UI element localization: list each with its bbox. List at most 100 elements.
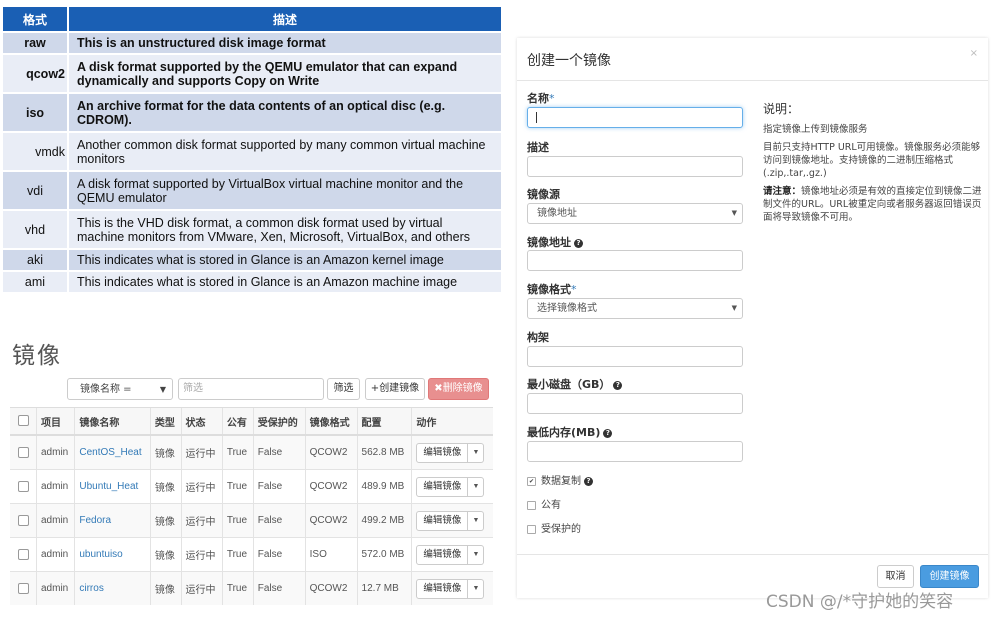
cell-size: 572.0 MB	[356, 537, 412, 572]
select-all-checkbox[interactable]	[10, 407, 37, 436]
image-name-link[interactable]: ubuntuiso	[74, 537, 151, 572]
description-input[interactable]	[527, 156, 743, 177]
row-checkbox[interactable]	[10, 537, 37, 572]
format-row-vdi: vdi A disk format supported by VirtualBo…	[3, 172, 501, 209]
format-name: raw	[3, 33, 69, 53]
chevron-down-icon[interactable]: ▼	[468, 544, 485, 565]
col-protected: 受保护的	[252, 407, 306, 436]
format-name: aki	[3, 250, 69, 270]
image-name-link[interactable]: CentOS_Heat	[74, 434, 151, 470]
desc-col-header: 描述	[69, 7, 501, 31]
cell-public: True	[221, 434, 254, 470]
create-image-label: 创建镜像	[379, 383, 420, 394]
cell-type: 镜像	[149, 571, 182, 605]
cell-format: QCOW2	[304, 503, 358, 538]
format-name: vmdk	[3, 133, 69, 170]
image-format-select[interactable]: 选择镜像格式 ▼	[527, 298, 743, 319]
cell-actions: 编辑镜像 ▼	[411, 537, 493, 572]
help-note: 请注意：镜像地址必须是有效的直接定位到镜像二进制文件的URL。URL被重定向或者…	[763, 186, 982, 223]
format-row-iso: iso An archive format for the data conte…	[3, 94, 501, 131]
image-source-label: 镜像源	[527, 188, 560, 201]
close-icon[interactable]: ×	[970, 48, 978, 59]
edit-image-button[interactable]: 编辑镜像	[416, 544, 469, 565]
chevron-down-icon[interactable]: ▼	[468, 476, 485, 497]
min-ram-input[interactable]	[527, 441, 743, 462]
image-url-input[interactable]	[527, 250, 743, 271]
chevron-down-icon[interactable]: ▼	[468, 442, 485, 463]
edit-image-button[interactable]: 编辑镜像	[416, 578, 469, 599]
table-row: admin ubuntuiso 镜像 运行中 True False ISO 57…	[10, 537, 493, 572]
filter-input[interactable]: 筛选	[178, 378, 324, 400]
min-disk-input[interactable]	[527, 393, 743, 414]
table-row: admin Fedora 镜像 运行中 True False QCOW2 499…	[10, 503, 493, 538]
image-name-link[interactable]: cirros	[74, 571, 151, 605]
col-type: 类型	[149, 407, 182, 436]
col-actions: 动作	[411, 407, 493, 436]
row-checkbox[interactable]	[10, 503, 37, 538]
filter-button[interactable]: 筛选	[327, 378, 360, 400]
cell-status: 运行中	[180, 537, 223, 572]
filter-field-select[interactable]: 镜像名称 = ▼	[67, 378, 173, 400]
cancel-button[interactable]: 取消	[877, 565, 914, 588]
cell-size: 562.8 MB	[356, 434, 412, 470]
create-image-button[interactable]: +创建镜像	[365, 378, 425, 400]
cell-protected: False	[252, 537, 306, 572]
format-table-header: 格式 描述	[3, 7, 501, 31]
format-desc: An archive format for the data contents …	[69, 94, 501, 131]
col-project: 项目	[35, 407, 75, 436]
cell-public: True	[221, 571, 254, 605]
image-source-select[interactable]: 镜像地址 ▼	[527, 203, 743, 224]
cell-status: 运行中	[180, 434, 223, 470]
format-col-header: 格式	[3, 7, 69, 31]
cell-project: admin	[35, 503, 75, 538]
create-image-modal: 创建一个镜像 × 名称* 描述 镜像源 镜像地址 ▼ 镜像地址? 镜像格式* 选…	[517, 38, 988, 598]
image-name-link[interactable]: Fedora	[74, 503, 151, 538]
help-icon[interactable]: ?	[574, 238, 583, 248]
chevron-down-icon[interactable]: ▼	[468, 510, 485, 531]
images-table: 项目 镜像名称 类型 状态 公有 受保护的 镜像格式 配置 动作 admin C…	[10, 407, 493, 605]
image-name-link[interactable]: Ubuntu_Heat	[74, 469, 151, 504]
modal-title: 创建一个镜像	[527, 53, 611, 69]
cell-status: 运行中	[180, 571, 223, 605]
help-icon[interactable]: ?	[584, 476, 593, 486]
cell-public: True	[221, 469, 254, 504]
help-icon[interactable]: ?	[603, 428, 613, 438]
image-url-label: 镜像地址?	[527, 234, 583, 250]
edit-image-button[interactable]: 编辑镜像	[416, 476, 469, 497]
chevron-down-icon: ▼	[731, 304, 737, 312]
cell-format: ISO	[304, 537, 358, 572]
row-checkbox[interactable]	[10, 571, 37, 605]
name-input[interactable]	[527, 107, 743, 128]
copy-data-checkbox[interactable]: ✔ 数据复制?	[527, 472, 593, 487]
format-row-ami: ami This indicates what is stored in Gla…	[3, 272, 501, 292]
chevron-down-icon[interactable]: ▼	[468, 578, 485, 599]
format-desc: This indicates what is stored in Glance …	[69, 272, 501, 292]
col-status: 状态	[180, 407, 223, 436]
row-checkbox[interactable]	[10, 434, 37, 470]
cell-public: True	[221, 503, 254, 538]
disk-format-table: 格式 描述 raw This is an unstructured disk i…	[3, 5, 501, 294]
create-image-submit-button[interactable]: 创建镜像	[920, 565, 979, 588]
chevron-down-icon: ▼	[159, 385, 166, 394]
cell-type: 镜像	[149, 503, 182, 538]
delete-images-label: 删除镜像	[442, 383, 483, 394]
cell-project: admin	[35, 469, 75, 504]
table-row: admin CentOS_Heat 镜像 运行中 True False QCOW…	[10, 434, 493, 470]
format-name: vdi	[3, 172, 69, 209]
cell-type: 镜像	[149, 469, 182, 504]
chevron-down-icon: ▼	[731, 209, 737, 217]
page-title: 镜像	[12, 343, 62, 369]
col-public: 公有	[221, 407, 254, 436]
architecture-input[interactable]	[527, 346, 743, 367]
table-row: admin cirros 镜像 运行中 True False QCOW2 12.…	[10, 571, 493, 605]
cell-project: admin	[35, 537, 75, 572]
help-icon[interactable]: ?	[613, 380, 623, 390]
edit-image-button[interactable]: 编辑镜像	[416, 442, 469, 463]
help-text-1: 指定镜像上传到镜像服务	[763, 124, 868, 135]
format-row-vmdk: vmdk Another common disk format supporte…	[3, 133, 501, 170]
public-checkbox[interactable]: 公有	[527, 496, 561, 511]
protected-checkbox[interactable]: 受保护的	[527, 520, 581, 535]
delete-images-button[interactable]: ✖删除镜像	[428, 378, 489, 400]
edit-image-button[interactable]: 编辑镜像	[416, 510, 469, 531]
row-checkbox[interactable]	[10, 469, 37, 504]
